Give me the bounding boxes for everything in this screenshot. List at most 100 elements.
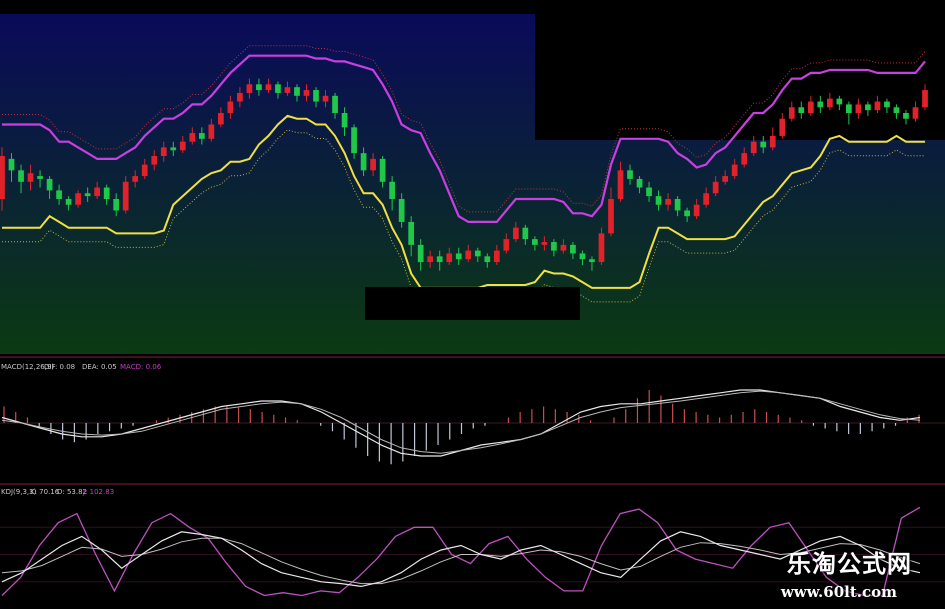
candle-body: [351, 127, 357, 154]
candle-body: [826, 98, 833, 108]
occlusion-box-center: [365, 287, 580, 320]
candle-body: [84, 193, 91, 197]
candle-body: [179, 141, 186, 151]
candle-body: [284, 87, 291, 93]
candle-body: [8, 158, 15, 171]
candle-body: [75, 193, 81, 205]
candle-body: [893, 107, 900, 113]
candle-body: [427, 256, 434, 263]
candle-body: [246, 84, 253, 93]
candle-body: [493, 250, 500, 263]
candle-body: [760, 141, 767, 148]
candle-body: [903, 113, 909, 119]
candle-body: [122, 181, 129, 211]
candle-body: [275, 84, 281, 93]
candle-body: [94, 187, 101, 197]
candle-body: [294, 87, 300, 96]
candle-body: [731, 164, 738, 177]
kdj-k-value: K: 70.16: [30, 488, 60, 496]
kdj-title: KDJ(9,3,3) K: 70.16 D: 53.82 J: 102.83: [1, 488, 114, 496]
candle-body: [741, 153, 748, 165]
candle-body: [570, 244, 576, 254]
candle-body: [332, 95, 338, 113]
candle-body: [65, 199, 72, 205]
candle-body: [0, 156, 5, 199]
candle-body: [798, 107, 805, 113]
candle-body: [846, 104, 852, 113]
candle-body: [465, 250, 472, 260]
candle-body: [769, 135, 776, 148]
candle-body: [855, 104, 862, 113]
candle-body: [503, 239, 510, 251]
candle-body: [170, 147, 177, 151]
candle-body: [37, 176, 43, 179]
candle-body: [551, 242, 557, 251]
candle-body: [113, 199, 120, 211]
candle-body: [389, 181, 395, 199]
candle-body: [665, 199, 671, 205]
candle-body: [322, 95, 329, 102]
candle-body: [693, 204, 700, 217]
candle-body: [750, 141, 757, 154]
candle-body: [684, 210, 690, 217]
candle-body: [598, 233, 605, 263]
candle-body: [141, 164, 148, 177]
candle-body: [865, 104, 871, 111]
candle-body: [512, 227, 519, 240]
candle-body: [198, 133, 205, 139]
candle-body: [579, 253, 586, 260]
candle-body: [265, 84, 272, 91]
candle-body: [398, 199, 405, 222]
kdj-j-value: J: 102.83: [82, 488, 114, 496]
candle-body: [636, 178, 643, 188]
candle-body: [132, 176, 139, 182]
candle-body: [370, 158, 376, 171]
candle-body: [703, 193, 709, 205]
candle-body: [522, 227, 529, 240]
candle-body: [18, 170, 24, 182]
macd-title: MACD(12,26,9) DIF: 0.08 DEA: 0.05 MACD: …: [1, 363, 162, 371]
macd-dif-value: DIF: 0.08: [44, 363, 75, 371]
candle-body: [807, 101, 814, 113]
candle-body: [446, 253, 453, 263]
candle-body: [408, 221, 415, 245]
candle-body: [817, 101, 824, 108]
candle-body: [208, 124, 215, 139]
candle-body: [46, 178, 53, 191]
candle-body: [103, 187, 110, 199]
candle-body: [712, 181, 719, 194]
candle-body: [560, 244, 567, 251]
stock-chart: MACD(12,26,9) DIF: 0.08 DEA: 0.05 MACD: …: [0, 0, 945, 609]
candle-body: [160, 147, 167, 156]
candle-body: [589, 259, 595, 263]
candle-body: [341, 113, 348, 128]
candle-body: [189, 133, 196, 142]
candle-body: [617, 170, 624, 199]
macd-dea-value: DEA: 0.05: [82, 363, 117, 371]
candle-body: [303, 90, 310, 96]
candle-body: [912, 107, 919, 119]
candle-body: [313, 90, 319, 102]
candle-body: [218, 113, 224, 125]
candle-body: [151, 156, 158, 165]
watermark-title: 乐淘公式网: [787, 550, 912, 578]
candle-body: [227, 101, 234, 113]
candle-body: [532, 239, 538, 245]
candle-body: [788, 107, 795, 119]
candle-body: [360, 153, 367, 171]
candle-body: [655, 196, 662, 205]
candle-body: [379, 158, 386, 182]
candle-body: [627, 170, 633, 179]
candle-body: [836, 98, 843, 105]
candle-body: [455, 253, 462, 260]
candle-body: [256, 84, 262, 91]
macd-macd-value: MACD: 0.06: [120, 363, 162, 371]
candle-body: [484, 256, 491, 263]
candle-body: [722, 176, 729, 182]
candle-body: [436, 256, 443, 263]
candle-body: [417, 244, 424, 263]
candle-body: [874, 101, 881, 111]
candle-body: [674, 199, 681, 211]
candle-body: [608, 199, 614, 234]
candle-body: [646, 187, 652, 197]
